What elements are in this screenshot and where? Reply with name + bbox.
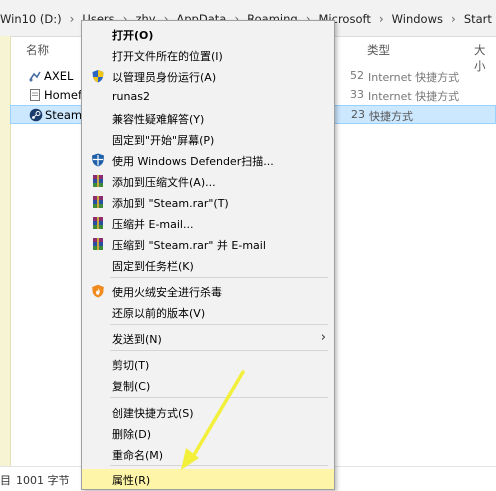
menu-item-delete[interactable]: 删除(D) [82,423,334,443]
menu-item-add-archive[interactable]: 添加到压缩文件(A)... [82,171,334,191]
menu-item-compress-steam-email[interactable]: 压缩到 "Steam.rar" 并 E-mail [82,234,334,254]
winrar-icon [93,196,103,208]
menu-item-pin-start[interactable]: 固定到"开始"屏幕(P) [82,129,334,149]
winrar-icon [93,238,103,250]
file-date-fragment: 52 [350,69,364,82]
menu-divider [110,324,328,325]
menu-item-add-steam-rar[interactable]: 添加到 "Steam.rar"(T) [82,192,334,212]
chevron-right-icon: › [378,12,384,26]
chevron-right-icon: › [320,330,326,345]
file-name: Homefi [44,88,86,102]
menu-item-rename[interactable]: 重命名(M) [82,444,334,464]
file-type: 快捷方式 [369,110,413,123]
column-header-name[interactable]: 名称 [26,42,49,58]
menu-item-restore-previous[interactable]: 还原以前的版本(V) [82,302,334,322]
status-selection-size: 1001 字节 [16,474,70,487]
huorong-flame-icon [92,284,104,298]
chevron-right-icon: › [69,12,75,26]
internet-shortcut-icon [29,71,41,82]
menu-item-defender-scan[interactable]: 使用 Windows Defender扫描... [82,150,334,170]
breadcrumb-item[interactable]: Win10 (D:) [0,12,62,26]
menu-item-open[interactable]: 打开(O) [82,24,334,44]
menu-divider [110,277,328,278]
menu-item-compat-troubleshoot[interactable]: 兼容性疑难解答(Y) [82,108,334,128]
status-item-count: 目 [0,474,11,487]
file-name: AXEL [44,69,74,83]
file-date-fragment: 33 [350,88,364,101]
menu-item-compress-email[interactable]: 压缩并 E-mail... [82,213,334,233]
file-date-fragment: 23 [351,108,365,121]
breadcrumb-item[interactable]: Windows [392,12,443,26]
uac-shield-icon [92,70,104,83]
menu-item-copy[interactable]: 复制(C) [82,375,334,395]
menu-item-run-as-admin[interactable]: 以管理员身份运行(A) [82,66,334,86]
breadcrumb-item[interactable]: Start Me [464,12,496,26]
menu-item-send-to[interactable]: 发送到(N) › [82,328,334,348]
file-name: Steam [45,108,83,122]
menu-item-runas2[interactable]: runas2 [82,87,334,107]
menu-item-create-shortcut[interactable]: 创建快捷方式(S) [82,402,334,422]
file-type: Internet 快捷方式 [368,90,460,103]
document-icon [30,89,40,101]
file-type: Internet 快捷方式 [368,71,460,84]
steam-icon [29,108,43,122]
defender-shield-icon [92,153,104,167]
winrar-icon [93,217,103,229]
menu-item-open-location[interactable]: 打开文件所在的位置(I) [82,45,334,65]
winrar-icon [93,175,103,187]
menu-item-properties[interactable]: 属性(R) [82,469,334,489]
menu-item-pin-taskbar[interactable]: 固定到任务栏(K) [82,255,334,275]
context-menu: 打开(O) 打开文件所在的位置(I) 以管理员身份运行(A) runas2 兼容… [81,20,335,490]
column-header-type[interactable]: 类型 [367,42,390,58]
menu-divider [110,465,328,466]
chevron-right-icon: › [451,12,456,26]
menu-item-cut[interactable]: 剪切(T) [82,354,334,374]
menu-divider [110,350,328,351]
menu-divider [110,397,328,398]
menu-item-huorong-scan[interactable]: 使用火绒安全进行杀毒 [82,281,334,301]
